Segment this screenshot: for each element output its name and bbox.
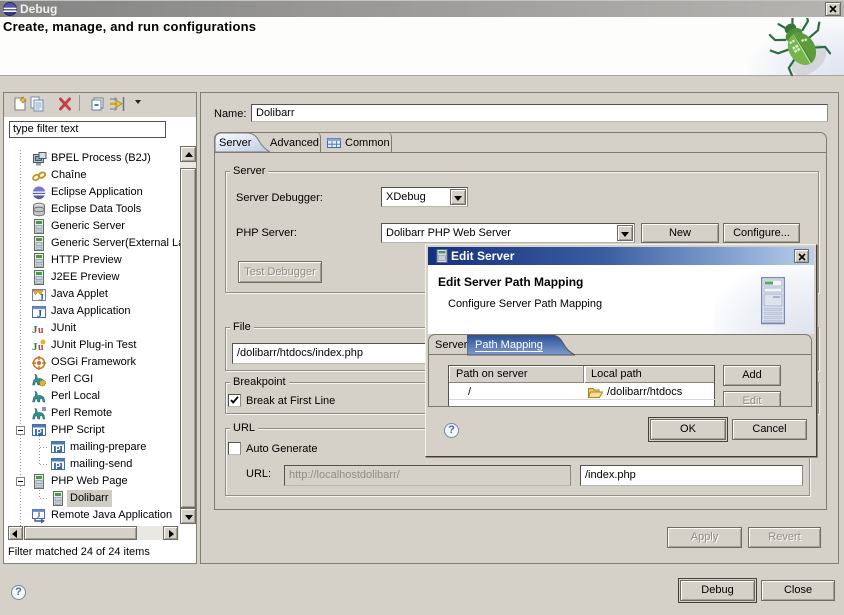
svg-text:J: J <box>37 511 41 520</box>
svg-text:u: u <box>38 325 44 336</box>
svg-text:J: J <box>39 293 44 303</box>
